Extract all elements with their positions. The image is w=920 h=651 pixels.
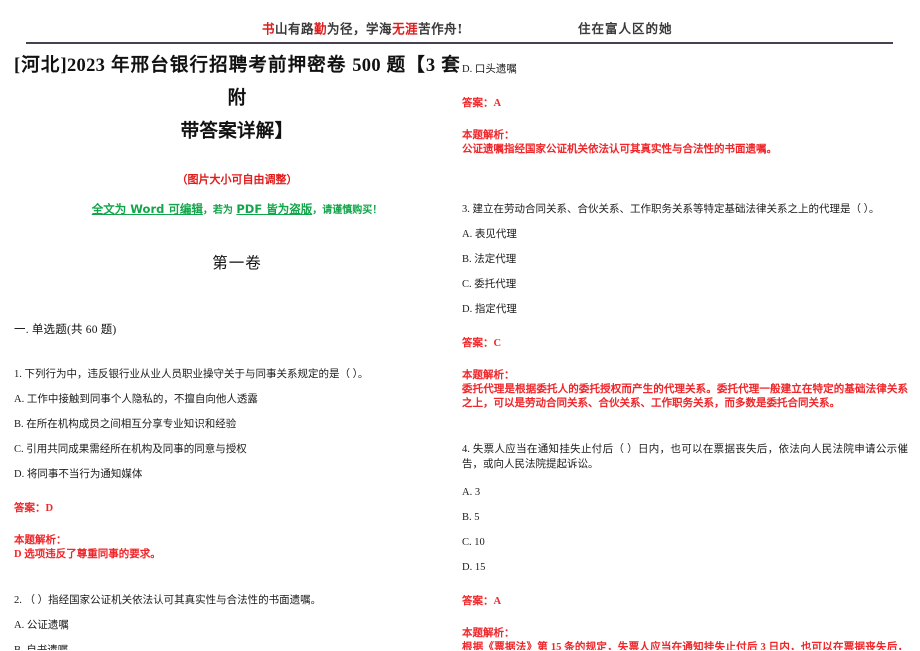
question-answer: 答案：C [462, 337, 502, 349]
question-option[interactable]: D. 指定代理 [462, 303, 908, 317]
question-stem: 3. 建立在劳动合同关系、合伙关系、工作职务关系等特定基础法律关系之上的代理是（… [462, 203, 880, 215]
volume-title: 第一卷 [212, 255, 262, 272]
question-option[interactable]: C. 10 [462, 536, 908, 550]
question-option[interactable]: A. 公证遗嘱 [14, 619, 460, 633]
section-title: 一. 单选题(共 60 题) [14, 324, 117, 336]
question-option[interactable]: C. 引用共同成果需经所在机构及同事的同意与授权 [14, 443, 460, 457]
question-option[interactable]: B. 在所在机构成员之间相互分享专业知识和经验 [14, 418, 460, 432]
question-answer: 答案：A [462, 98, 502, 109]
question-analysis-label: 本题解析： [14, 535, 67, 546]
question-answer: 答案：A [462, 595, 502, 607]
question-option[interactable]: A. 3 [462, 486, 908, 500]
header-watermark-char-1: 书 [262, 20, 276, 37]
page-title: [河北]2023 年邢台银行招聘考前押密卷 500 题【3 套附 带答案详解】 [14, 50, 460, 149]
page-header: 书山有路勤为径，学海无涯苦作舟! 住在富人区的她 [0, 18, 920, 44]
question-option[interactable]: D. 口头遗嘱 [462, 63, 908, 77]
question-option[interactable]: D. 将同事不当行为通知媒体 [14, 468, 460, 482]
page-title-line-2: 带答案详解】 [180, 122, 294, 142]
question-block: 1. 下列行为中，违反银行业从业人员职业操守关于与同事关系规定的是（ ）。 A.… [14, 367, 460, 563]
question-answer: 答案：D [14, 503, 54, 514]
document-columns: [河北]2023 年邢台银行招聘考前押密卷 500 题【3 套附 带答案详解】 … [0, 50, 920, 650]
document-page: 书山有路勤为径，学海无涯苦作舟! 住在富人区的她 [河北]2023 年邢台银行招… [0, 0, 920, 651]
question-analysis-label: 本题解析： [462, 130, 515, 141]
question-block: 2. （ ）指经国家公证机关依法认可其真实性与合法性的书面遗嘱。 A. 公证遗嘱… [14, 593, 460, 651]
question-option[interactable]: A. 工作中接触到同事个人隐私的，不擅自向他人透露 [14, 393, 460, 407]
question-option[interactable]: D. 15 [462, 561, 908, 575]
question-analysis-text: 委托代理是根据委托人的委托授权而产生的代理关系。委托代理一般建立在特定的基础法律… [462, 383, 908, 410]
format-notice-mid: ，若为 [202, 205, 237, 216]
question-option[interactable]: B. 法定代理 [462, 253, 908, 267]
question-block: 4. 失票人应当在通知挂失止付后（ ）日内，也可以在票据丧失后，依法向人民法院申… [462, 442, 908, 651]
question-analysis-text: D 选项违反了尊重同事的要求。 [14, 549, 161, 560]
format-notice-tail: ，请谨慎购买！ [312, 205, 383, 216]
question-analysis-label: 本题解析： [462, 369, 515, 381]
word-editable-link[interactable]: 全文为 Word 可编辑 [92, 202, 203, 216]
question-stem: 2. （ ）指经国家公证机关依法认可其真实性与合法性的书面遗嘱。 [14, 594, 322, 606]
question-analysis-text: 根据《票据法》第 15 条的规定，失票人应当在通知挂失止付后 3 日内，也可以在… [462, 641, 908, 651]
question-option[interactable]: C. 委托代理 [462, 278, 908, 292]
header-watermark-seg-2: 山有路 [275, 20, 315, 37]
format-notice: 全文为 Word 可编辑，若为 PDF 皆为盗版，请谨慎购买！ [14, 201, 460, 217]
question-stem: 4. 失票人应当在通知挂失止付后（ ）日内，也可以在票据丧失后，依法向人民法院申… [462, 443, 908, 470]
column-left: [河北]2023 年邢台银行招聘考前押密卷 500 题【3 套附 带答案详解】 … [14, 50, 460, 650]
question-analysis-text: 公证遗嘱指经国家公证机关依法认可其真实性与合法性的书面遗嘱。 [462, 144, 777, 155]
pdf-pirated-link[interactable]: PDF 皆为盗版 [236, 202, 312, 216]
question-stem: 1. 下列行为中，违反银行业从业人员职业操守关于与同事关系规定的是（ ）。 [14, 369, 369, 380]
header-watermark-char-3: 勤 [314, 20, 328, 37]
header-watermark-seg-5: 无涯 [392, 20, 419, 37]
question-analysis-label: 本题解析： [462, 627, 515, 639]
question-continuation: D. 口头遗嘱 答案：A 本题解析： 公证遗嘱指经国家公证机关依法认可其真实性与… [462, 63, 908, 158]
header-watermark-left: 书山有路勤为径，学海无涯苦作舟! [262, 18, 463, 38]
image-size-note: （图片大小可自由调整） [176, 173, 298, 186]
page-title-line-1: [河北]2023 年邢台银行招聘考前押密卷 500 题【3 套附 [14, 56, 460, 109]
header-watermark-seg-6: 苦作舟! [418, 20, 464, 37]
header-watermark-right: 住在富人区的她 [578, 21, 673, 36]
question-block: 3. 建立在劳动合同关系、合伙关系、工作职务关系等特定基础法律关系之上的代理是（… [462, 202, 908, 412]
question-option[interactable]: A. 表见代理 [462, 228, 908, 242]
question-option[interactable]: B. 5 [462, 511, 908, 525]
header-divider [26, 42, 893, 44]
header-watermark-seg-4: 为径，学海 [327, 20, 393, 37]
column-right: D. 口头遗嘱 答案：A 本题解析： 公证遗嘱指经国家公证机关依法认可其真实性与… [462, 50, 908, 650]
question-option[interactable]: B. 自书遗嘱 [14, 644, 460, 651]
